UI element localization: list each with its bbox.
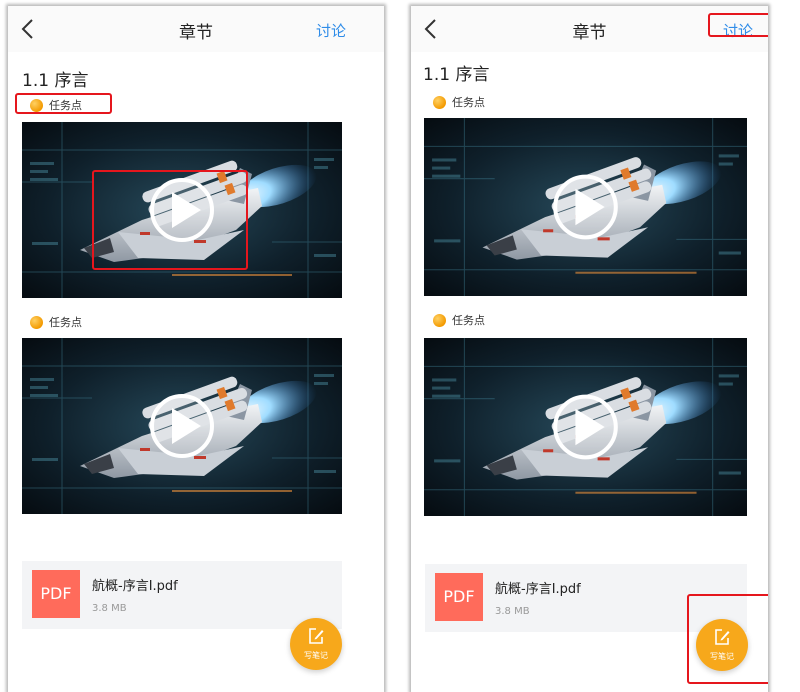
discuss-link[interactable]: 讨论 — [316, 20, 346, 41]
task-point-label: 任务点 — [452, 314, 485, 327]
task-point-badge: 任务点 — [433, 312, 485, 328]
edit-note-icon — [309, 628, 324, 644]
phone-screen-right: 章节 讨论 1.1 序言 任务点 任务点 PDF 航概-序言I.pdf 3.8 … — [411, 6, 768, 692]
file-size: 3.8 MB — [92, 603, 127, 614]
page-title: 章节 — [572, 23, 607, 43]
back-icon[interactable] — [423, 18, 439, 40]
phone-screen-left: 章节 讨论 1.1 序言 任务点 任务点 PDF 航概-序言I.pdf 3.8 … — [8, 6, 384, 692]
pdf-attachment-card[interactable]: PDF 航概-序言I.pdf 3.8 MB — [425, 564, 747, 632]
task-dot-icon — [433, 95, 446, 109]
write-note-label: 写笔记 — [710, 652, 734, 661]
page-title: 章节 — [179, 23, 213, 43]
play-icon[interactable] — [424, 118, 747, 296]
video-player-2[interactable] — [22, 338, 342, 514]
pdf-attachment-card[interactable]: PDF 航概-序言I.pdf 3.8 MB — [22, 561, 342, 629]
file-size: 3.8 MB — [495, 606, 530, 617]
discuss-link[interactable]: 讨论 — [723, 20, 753, 41]
navigation-bar: 章节 讨论 — [8, 6, 384, 52]
play-icon[interactable] — [22, 122, 342, 298]
task-point-label: 任务点 — [452, 96, 485, 109]
edit-note-icon — [715, 629, 730, 645]
write-note-label: 写笔记 — [304, 651, 328, 660]
play-icon[interactable] — [424, 338, 747, 516]
write-note-button[interactable]: 写笔记 — [696, 619, 748, 671]
task-dot-icon — [30, 98, 43, 112]
task-dot-icon — [30, 315, 43, 329]
task-point-badge: 任务点 — [30, 314, 82, 330]
video-player-2[interactable] — [424, 338, 747, 516]
file-name: 航概-序言I.pdf — [92, 579, 178, 594]
video-player-1[interactable] — [424, 118, 747, 296]
back-icon[interactable] — [20, 18, 36, 40]
task-point-badge: 任务点 — [433, 94, 485, 110]
navigation-bar: 章节 讨论 — [411, 6, 768, 52]
section-title: 1.1 序言 — [22, 71, 89, 91]
play-icon[interactable] — [22, 338, 342, 514]
file-name: 航概-序言I.pdf — [495, 582, 581, 597]
task-point-label: 任务点 — [49, 99, 82, 112]
section-title: 1.1 序言 — [423, 65, 490, 85]
task-point-badge: 任务点 — [30, 97, 82, 113]
video-player-1[interactable] — [22, 122, 342, 298]
write-note-button[interactable]: 写笔记 — [290, 618, 342, 670]
pdf-file-icon: PDF — [32, 570, 80, 618]
pdf-file-icon: PDF — [435, 573, 483, 621]
task-dot-icon — [433, 313, 446, 327]
task-point-label: 任务点 — [49, 316, 82, 329]
